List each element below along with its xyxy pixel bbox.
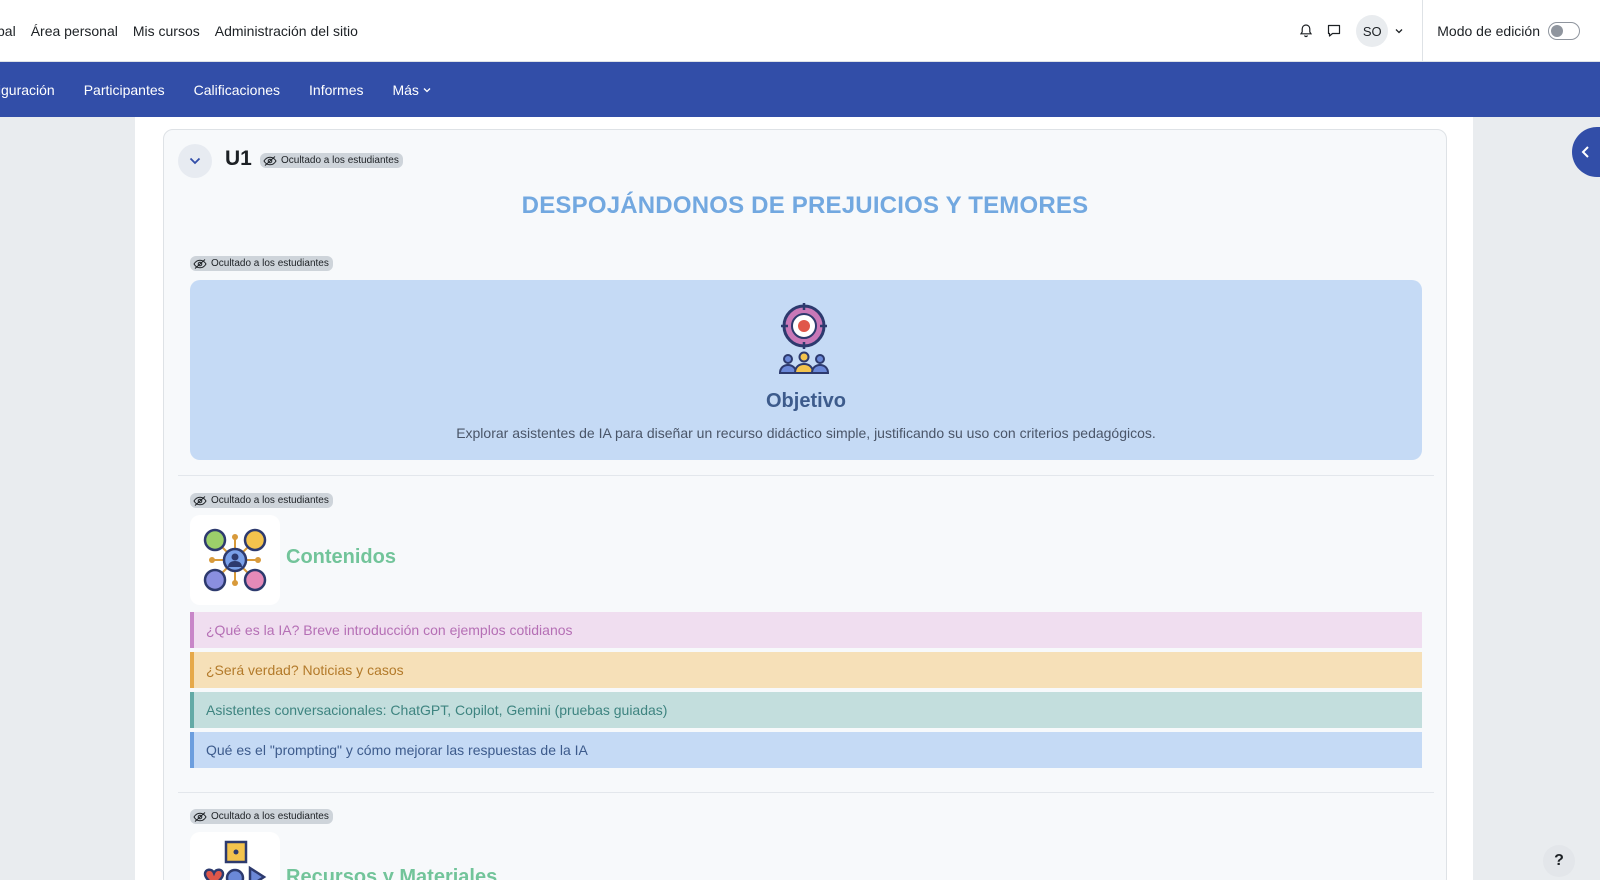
divider xyxy=(178,792,1434,793)
badge-label: Ocultado a los estudiantes xyxy=(211,811,329,822)
section-heading: DESPOJÁNDONOS DE PREJUICIOS Y TEMORES xyxy=(521,192,1089,219)
navbar-divider xyxy=(1422,0,1424,62)
objective-description: Explorar asistentes de IA para diseñar u… xyxy=(456,425,1156,441)
badge-label: Ocultado a los estudiantes xyxy=(211,495,329,506)
tab-grades[interactable]: Calificaciones xyxy=(194,82,280,98)
user-menu-area: SO Modo de edición xyxy=(1292,0,1600,62)
nav-link-dashboard[interactable]: Área personal xyxy=(31,23,118,39)
eye-slash-icon xyxy=(263,155,277,166)
resources-title: Recursos y Materiales xyxy=(286,866,498,880)
edit-mode-label: Modo de edición xyxy=(1437,23,1540,39)
tab-more[interactable]: Más xyxy=(392,82,431,98)
course-content-region: U1 Ocultado a los estudiantes DESPOJÁNDO… xyxy=(135,117,1473,880)
edit-mode-toggle[interactable] xyxy=(1548,22,1580,40)
primary-navigation: pal Área personal Mis cursos Administrac… xyxy=(0,0,373,62)
badge-label: Ocultado a los estudiantes xyxy=(281,155,399,166)
nav-link-site-admin[interactable]: Administración del sitio xyxy=(215,23,358,39)
content-item[interactable]: Qué es el "prompting" y cómo mejorar las… xyxy=(190,732,1422,768)
nav-link-home[interactable]: pal xyxy=(0,23,16,39)
objective-card: Objetivo Explorar asistentes de IA para … xyxy=(190,280,1422,460)
contents-network-icon xyxy=(190,515,280,605)
chevron-down-icon xyxy=(423,87,431,92)
target-audience-icon xyxy=(778,303,830,374)
tab-reports[interactable]: Informes xyxy=(309,82,363,98)
chevron-left-icon xyxy=(1581,146,1589,158)
hidden-from-students-badge: Ocultado a los estudiantes xyxy=(190,256,333,271)
notifications-bell-icon[interactable] xyxy=(1292,17,1320,45)
tab-participants[interactable]: Participantes xyxy=(84,82,165,98)
user-avatar[interactable]: SO xyxy=(1356,15,1389,47)
hidden-from-students-badge: Ocultado a los estudiantes xyxy=(190,809,333,824)
messages-chat-icon[interactable] xyxy=(1320,17,1348,45)
eye-slash-icon xyxy=(193,258,207,269)
top-navbar: pal Área personal Mis cursos Administrac… xyxy=(0,0,1600,62)
course-section-u1: U1 Ocultado a los estudiantes DESPOJÁNDO… xyxy=(163,129,1447,880)
section-collapse-button[interactable] xyxy=(178,144,212,178)
resources-shapes-icon xyxy=(190,832,280,880)
badge-label: Ocultado a los estudiantes xyxy=(211,258,329,269)
course-secondary-navigation: figuración Participantes Calificaciones … xyxy=(0,62,1600,117)
content-item[interactable]: ¿Qué es la IA? Breve introducción con ej… xyxy=(190,612,1422,648)
help-button[interactable]: ? xyxy=(1543,845,1575,877)
open-block-drawer-button[interactable] xyxy=(1572,127,1600,177)
hidden-from-students-badge: Ocultado a los estudiantes xyxy=(190,493,333,508)
contents-title: Contenidos xyxy=(286,546,396,568)
section-title[interactable]: U1 xyxy=(225,147,252,171)
chevron-down-icon xyxy=(189,157,201,165)
user-menu-chevron-down-icon[interactable] xyxy=(1394,24,1408,38)
content-item[interactable]: ¿Será verdad? Noticias y casos xyxy=(190,652,1422,688)
divider xyxy=(178,475,1434,476)
tab-settings[interactable]: figuración xyxy=(0,82,55,98)
eye-slash-icon xyxy=(193,495,207,506)
hidden-from-students-badge: Ocultado a los estudiantes xyxy=(260,153,403,168)
content-item[interactable]: Asistentes conversacionales: ChatGPT, Co… xyxy=(190,692,1422,728)
eye-slash-icon xyxy=(193,811,207,822)
tab-more-label: Más xyxy=(392,81,419,98)
objective-title: Objetivo xyxy=(765,390,846,412)
nav-link-my-courses[interactable]: Mis cursos xyxy=(133,23,200,39)
